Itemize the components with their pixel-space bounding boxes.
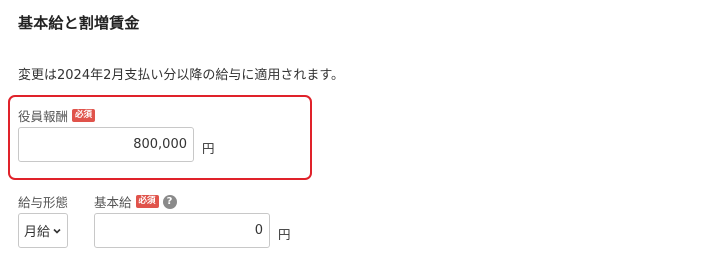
pay-type-select[interactable]: 月給	[18, 213, 68, 248]
required-badge: 必須	[72, 109, 96, 122]
pay-type-label-row: 給与形態	[18, 192, 68, 211]
help-icon[interactable]: ?	[162, 194, 177, 209]
base-pay-unit: 円	[278, 227, 291, 242]
officer-pay-input[interactable]	[18, 127, 194, 162]
chevron-down-icon	[52, 226, 62, 236]
required-badge: 必須	[135, 195, 159, 208]
section-title: 基本給と割増賃金	[18, 14, 140, 32]
base-pay-label: 基本給	[94, 195, 132, 210]
pay-type-label: 給与形態	[18, 195, 69, 210]
officer-pay-label-row: 役員報酬 必須	[18, 106, 96, 125]
base-pay-input[interactable]	[94, 213, 270, 248]
officer-pay-unit: 円	[202, 141, 215, 156]
pay-type-selected: 月給	[24, 225, 51, 240]
apply-notice: 変更は2024年2月支払い分以降の給与に適用されます。	[18, 68, 345, 83]
base-pay-label-row: 基本給 必須 ?	[94, 192, 177, 211]
officer-pay-label: 役員報酬	[18, 109, 69, 124]
